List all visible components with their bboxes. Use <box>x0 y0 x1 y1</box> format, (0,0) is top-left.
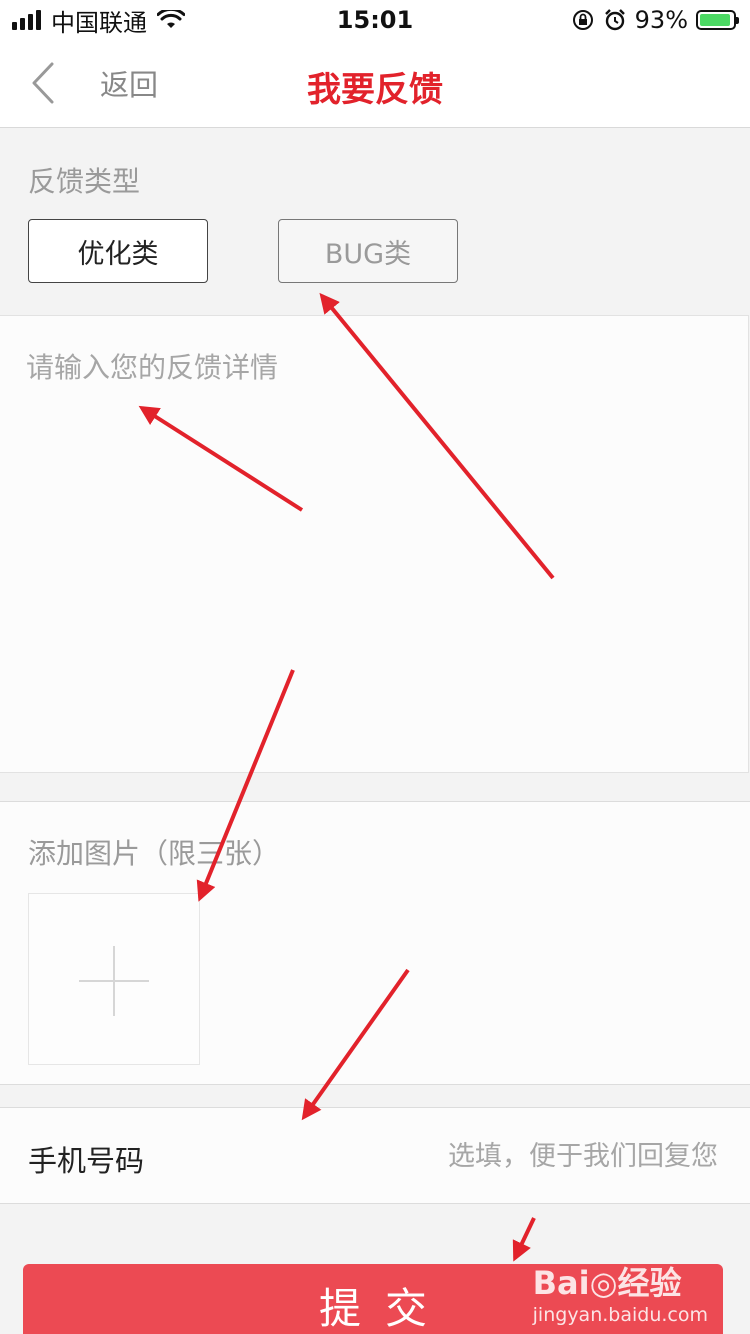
watermark-logo: Bai◎经验 <box>532 1264 682 1302</box>
plus-icon <box>79 946 149 1016</box>
photo-label: 添加图片（限三张） <box>28 837 281 870</box>
type-option-optimize[interactable]: 优化类 <box>28 219 208 283</box>
nav-bar: 返回 我要反馈 <box>0 40 750 128</box>
photo-section: 添加图片（限三张） <box>0 801 750 1085</box>
feedback-detail-input[interactable] <box>0 316 748 772</box>
battery-icon <box>696 10 739 30</box>
feedback-detail-box <box>0 315 749 773</box>
add-photo-button[interactable] <box>28 893 200 1065</box>
status-bar: 中国联通 15:01 93% <box>0 0 750 40</box>
watermark-url: jingyan.baidu.com <box>532 1304 708 1326</box>
phone-label: 手机号码 <box>28 1144 145 1178</box>
rotation-lock-icon <box>572 10 593 30</box>
alarm-icon <box>604 9 625 31</box>
battery-fill <box>700 14 730 26</box>
feedback-type-section: 反馈类型 优化类 BUG类 <box>0 128 750 314</box>
arrow-to-submit <box>512 1217 536 1262</box>
phone-section: 手机号码 <box>0 1107 750 1204</box>
watermark: Bai◎经验 jingyan.baidu.com <box>533 1258 708 1326</box>
feedback-type-label: 反馈类型 <box>28 165 141 198</box>
page-title: 我要反馈 <box>307 70 443 110</box>
phone-input[interactable] <box>318 1132 718 1180</box>
status-right: 93% <box>571 4 739 36</box>
battery-percent: 93% <box>634 6 688 34</box>
type-option-bug[interactable]: BUG类 <box>278 219 458 283</box>
